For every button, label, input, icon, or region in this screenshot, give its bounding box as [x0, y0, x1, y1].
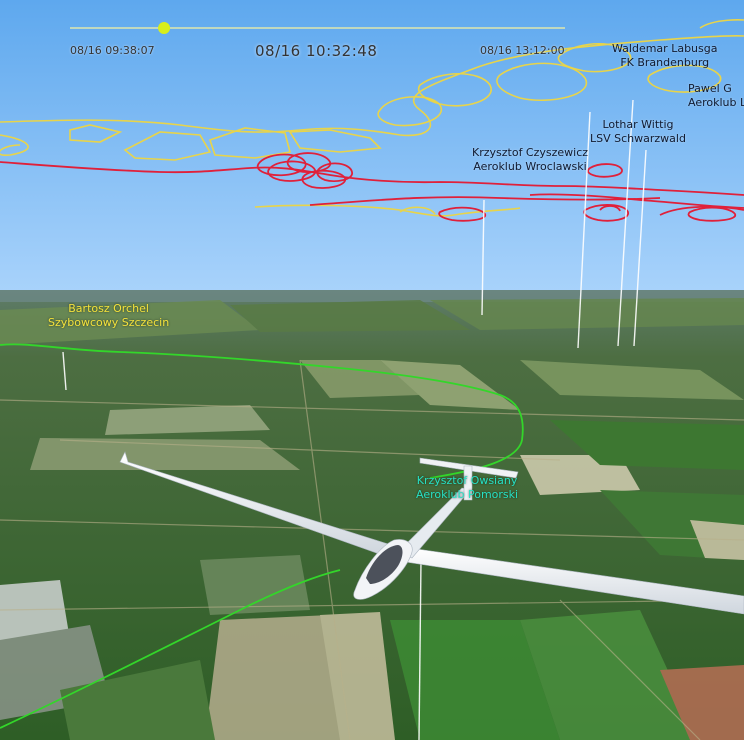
pilot-club: Szybowcowy Szczecin — [48, 316, 170, 329]
pilot-club: Aeroklub Pomorski — [416, 488, 519, 501]
pilot-label[interactable]: Krzysztof Owsiany Aeroklub Pomorski — [416, 474, 518, 502]
pilot-name: Krzysztof Czyszewicz — [472, 146, 589, 159]
pilot-name: Pawel G — [688, 82, 732, 95]
pilot-label[interactable]: Lothar Wittig LSV Schwarzwald — [590, 118, 686, 146]
timeline-start-time: 08/16 09:38:07 — [70, 44, 155, 57]
pilot-club: FK Brandenburg — [620, 56, 710, 69]
pilot-label[interactable]: Waldemar Labusga FK Brandenburg — [612, 42, 717, 70]
flight-3d-view[interactable]: 08/16 09:38:07 08/16 10:32:48 08/16 13:1… — [0, 0, 744, 740]
pilot-club: Aeroklub Wroclawski — [473, 160, 587, 173]
pilot-label[interactable]: Pawel G Aeroklub L — [688, 82, 744, 110]
pilot-name: Krzysztof Owsiany — [416, 474, 518, 487]
timeline-end-time: 08/16 13:12:00 — [480, 44, 565, 57]
pilot-club: LSV Schwarzwald — [590, 132, 686, 145]
pilot-label[interactable]: Bartosz Orchel Szybowcowy Szczecin — [48, 302, 169, 330]
pilot-name: Waldemar Labusga — [612, 42, 718, 55]
timeline-current-time: 08/16 10:32:48 — [255, 42, 378, 60]
pilot-club: Aeroklub L — [688, 96, 744, 109]
terrain-scene — [0, 0, 744, 740]
pilot-label[interactable]: Krzysztof Czyszewicz Aeroklub Wroclawski — [472, 146, 588, 174]
pilot-name: Bartosz Orchel — [68, 302, 149, 315]
timeline-marker[interactable] — [158, 22, 171, 34]
pilot-name: Lothar Wittig — [602, 118, 674, 131]
